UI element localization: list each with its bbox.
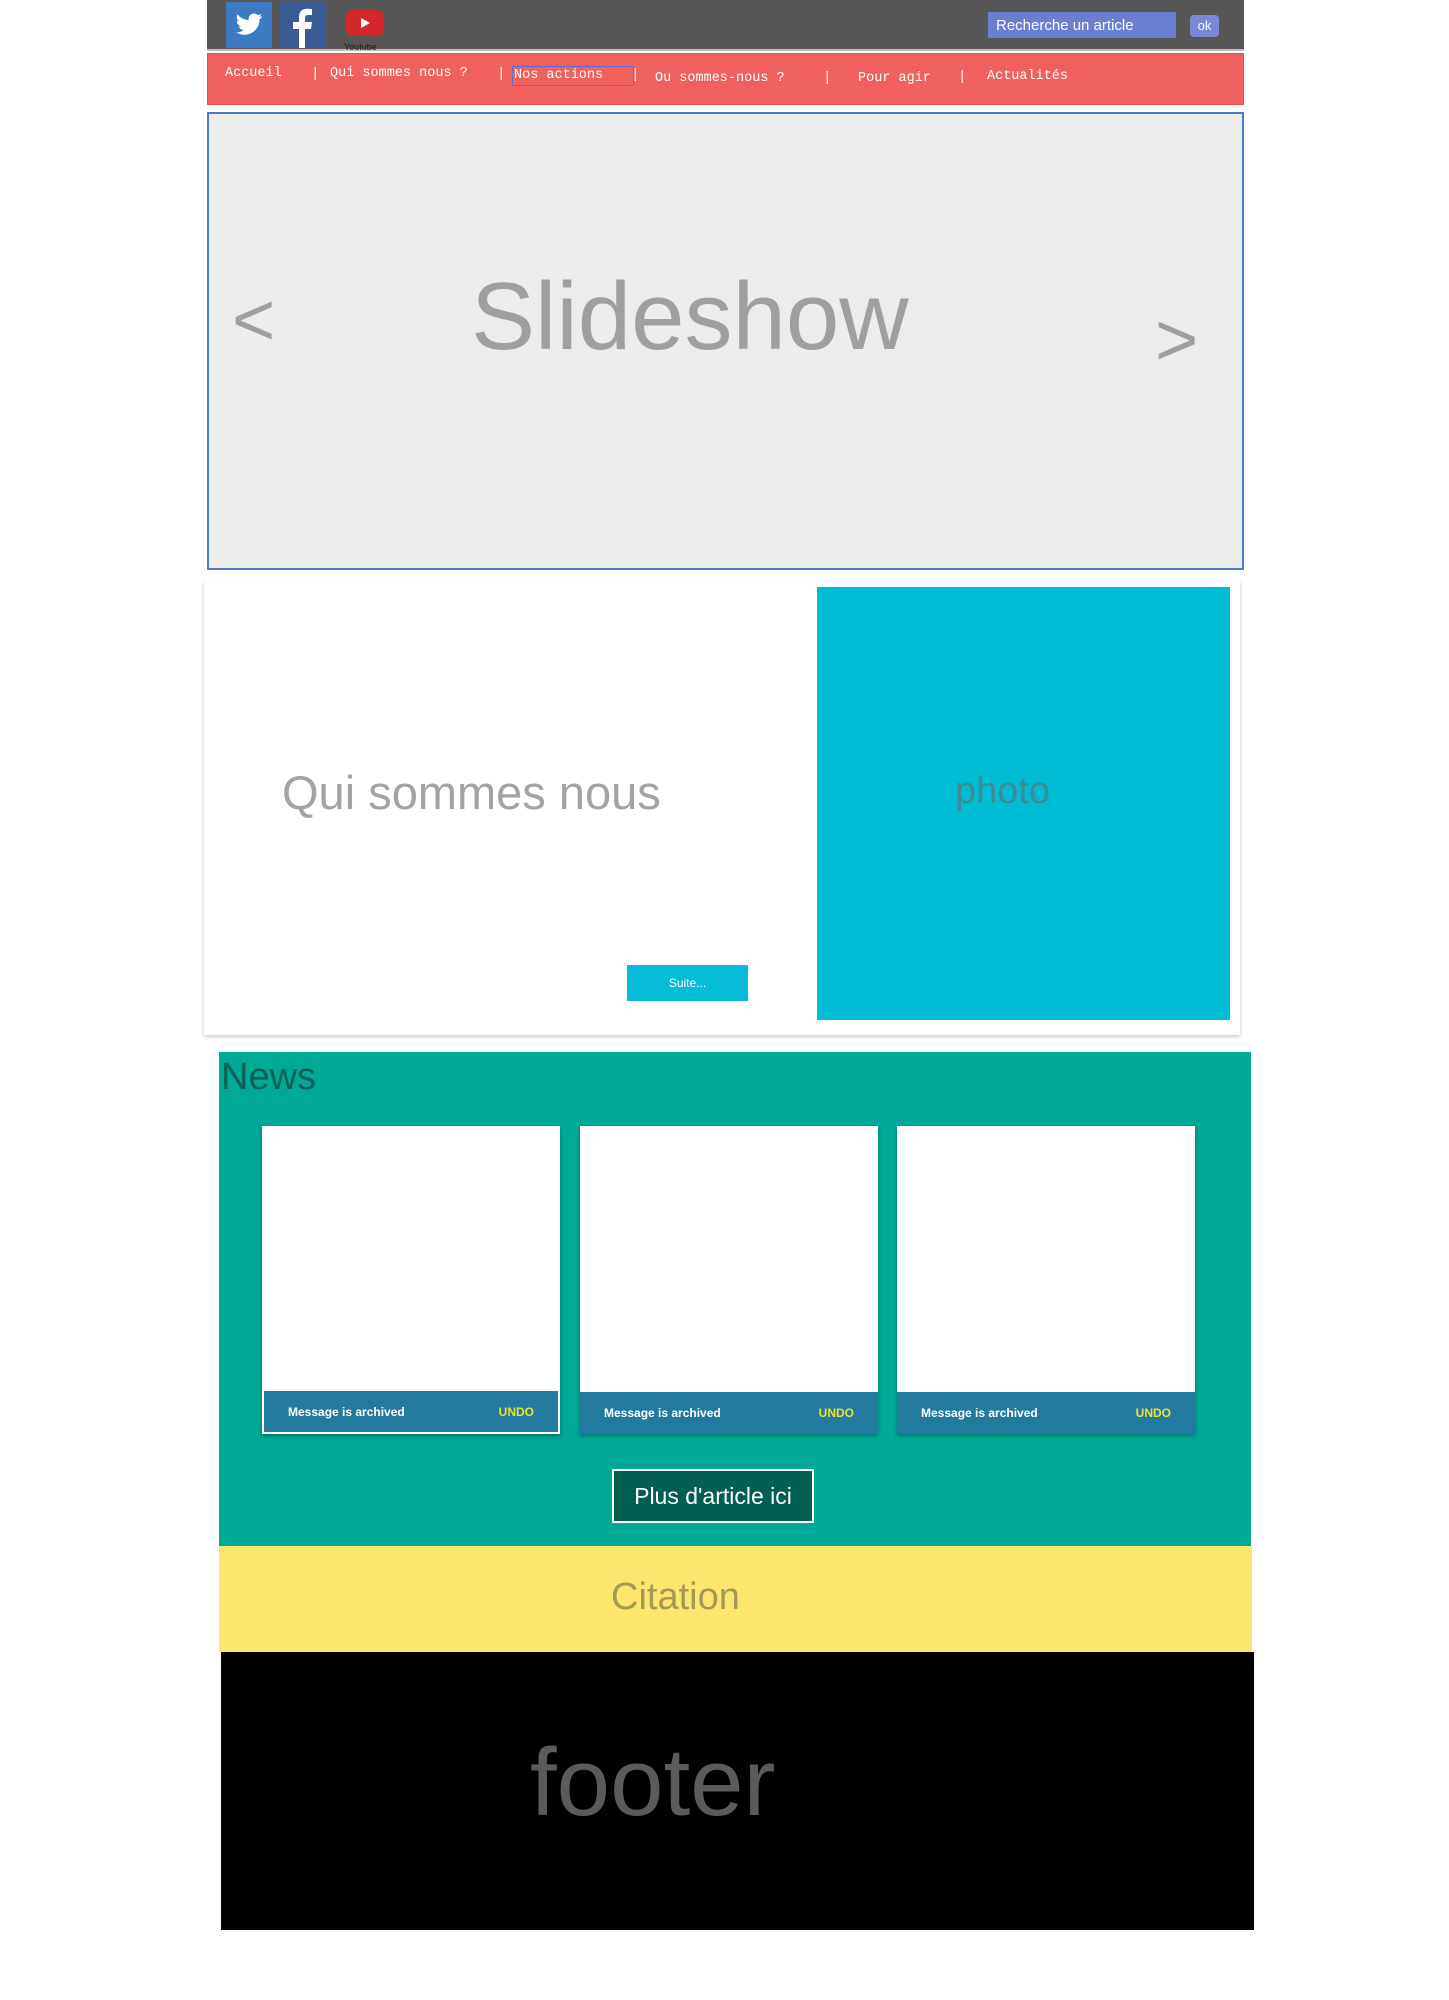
- photo-label: photo: [955, 770, 1051, 812]
- youtube-label: Youtube: [344, 42, 377, 52]
- snackbar-message: Message is archived: [604, 1406, 721, 1420]
- search-ok-button[interactable]: ok: [1190, 15, 1219, 37]
- facebook-icon[interactable]: [280, 2, 326, 48]
- about-title: Qui sommes nous: [282, 766, 661, 819]
- nav-item-pour-agir[interactable]: Pour agir: [858, 70, 931, 88]
- snackbar-message: Message is archived: [288, 1405, 405, 1419]
- undo-button[interactable]: UNDO: [819, 1406, 854, 1420]
- snackbar-message: Message is archived: [921, 1406, 1038, 1420]
- youtube-icon: [346, 10, 384, 36]
- slideshow-title: Slideshow: [471, 263, 909, 370]
- search-input[interactable]: [988, 12, 1176, 38]
- footer-label: footer: [530, 1729, 776, 1836]
- undo-button[interactable]: UNDO: [1136, 1406, 1171, 1420]
- nav-separator: |: [823, 70, 832, 86]
- nav-separator: |: [497, 66, 506, 82]
- nav-item-nos-actions[interactable]: Nos actions: [512, 66, 635, 86]
- undo-button[interactable]: UNDO: [499, 1405, 534, 1419]
- card-snackbar: Message is archived UNDO: [897, 1392, 1195, 1434]
- nav-separator: |: [958, 69, 967, 85]
- nav-separator: |: [631, 67, 640, 83]
- citation-label: Citation: [611, 1576, 740, 1618]
- news-card[interactable]: Message is archived UNDO: [897, 1126, 1195, 1434]
- news-title: News: [221, 1056, 317, 1098]
- nav-separator: |: [311, 66, 320, 82]
- slideshow-prev-arrow[interactable]: <: [232, 280, 275, 360]
- twitter-icon[interactable]: [226, 2, 272, 48]
- nav-item-actualites[interactable]: Actualités: [987, 68, 1068, 86]
- nav-item-ou-sommes-nous[interactable]: Ou sommes-nous ?: [655, 70, 785, 88]
- suite-button[interactable]: Suite...: [627, 965, 748, 1001]
- news-card[interactable]: Message is archived UNDO: [262, 1126, 560, 1434]
- card-snackbar: Message is archived UNDO: [264, 1391, 558, 1432]
- youtube-link[interactable]: Youtube: [344, 8, 390, 52]
- card-snackbar: Message is archived UNDO: [580, 1392, 878, 1434]
- news-card[interactable]: Message is archived UNDO: [580, 1126, 878, 1434]
- nav-item-qui-sommes-nous[interactable]: Qui sommes nous ?: [330, 65, 468, 83]
- more-articles-button[interactable]: Plus d'article ici: [612, 1469, 814, 1523]
- slideshow-next-arrow[interactable]: >: [1155, 300, 1198, 380]
- nav-item-accueil[interactable]: Accueil: [225, 65, 282, 83]
